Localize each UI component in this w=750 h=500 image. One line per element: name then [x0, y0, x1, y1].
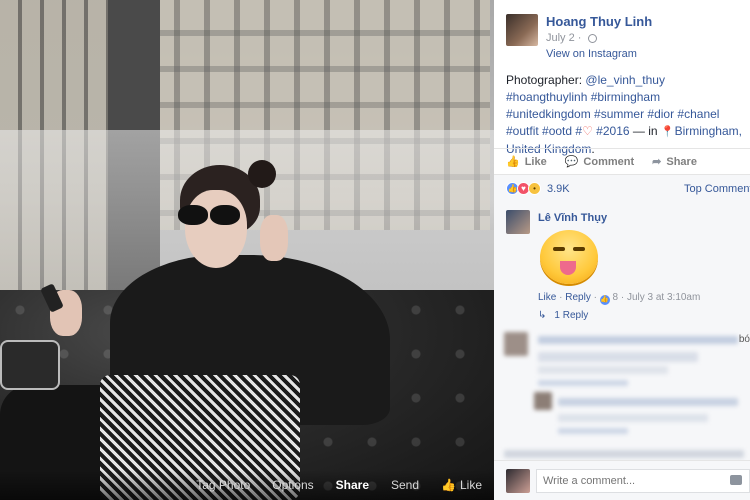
options-button[interactable]: Options — [272, 478, 313, 492]
author-avatar[interactable] — [506, 14, 538, 46]
tag-photo-button[interactable]: Tag Photo — [196, 478, 250, 492]
photo-toolbar: Tag Photo Options Share Send 👍 Like — [0, 470, 494, 500]
view-replies-link[interactable]: ↳ 1 Reply — [538, 310, 588, 321]
blurred-text — [538, 366, 668, 374]
author-name[interactable]: Hoang Thuy Linh — [546, 14, 652, 29]
face — [185, 190, 247, 268]
blurred-text — [538, 352, 698, 362]
comment-icon: 💬 — [564, 156, 579, 168]
like-button[interactable]: 👍 Like — [441, 478, 482, 492]
hand — [260, 215, 288, 261]
post-comment-button[interactable]: 💬 Comment — [564, 155, 635, 169]
share-button[interactable]: Share — [336, 478, 369, 492]
reaction-summary[interactable]: 👍 ♥ • 3.9K Top Comments — [494, 174, 750, 202]
blurred-avatar — [534, 392, 552, 410]
share-arrow-icon: ➦ — [652, 156, 662, 168]
post-header: Hoang Thuy Linh July 2 · View on Instagr… — [494, 0, 750, 64]
reply-arrow-icon: ↳ — [538, 310, 547, 321]
person — [0, 160, 390, 500]
thumbs-up-icon: 👍 — [506, 156, 520, 168]
thumbs-up-icon: 👍 — [441, 478, 456, 492]
blurred-text — [558, 398, 738, 406]
photographer-link[interactable]: @le_vinh_thuy — [585, 73, 665, 87]
post-caption: Photographer: @le_vinh_thuy #hoangthuyli… — [506, 72, 746, 158]
comment-like-count[interactable]: 8 — [613, 292, 619, 303]
caption-prefix: Photographer: — [506, 73, 586, 87]
sticker-eye — [573, 247, 585, 251]
comment-like-count-icon: 👍 — [599, 295, 610, 305]
photo-viewer: Tag Photo Options Share Send 👍 Like Hoang… — [0, 0, 750, 500]
comment-meta: Like · Reply · 👍 8 · July 3 at 3:10am — [538, 292, 701, 305]
comment-composer — [494, 460, 750, 500]
cut-off-text: bó — [738, 334, 750, 345]
blurred-text — [558, 414, 708, 422]
post-like-button[interactable]: 👍 Like — [506, 155, 547, 169]
share-label: Share — [335, 478, 369, 492]
commenter-name[interactable]: Lê Vĩnh Thụy — [538, 212, 607, 224]
location-pin-icon: 📍 — [660, 126, 675, 138]
comment-like-link[interactable]: Like — [538, 292, 556, 303]
hair-bun — [248, 160, 276, 188]
handbag — [0, 340, 60, 390]
post-date-text: July 2 · — [546, 32, 582, 44]
commenter-avatar[interactable] — [506, 210, 530, 234]
camera-icon[interactable] — [730, 475, 742, 485]
sticker-eye — [553, 247, 565, 251]
blurred-text — [504, 450, 744, 458]
post-actions: 👍 Like 💬 Comment ➦ Share — [494, 148, 750, 174]
tongue-out-sticker — [540, 230, 598, 284]
wow-reaction-icon: • — [528, 182, 541, 195]
blurred-text — [538, 380, 628, 386]
heart-emoji-icon: ♡ — [582, 124, 593, 138]
post-side-panel: Hoang Thuy Linh July 2 · View on Instagr… — [494, 0, 750, 500]
reaction-count[interactable]: 3.9K — [547, 183, 570, 195]
post-comment-label: Comment — [583, 155, 635, 168]
comment-timestamp[interactable]: July 3 at 3:10am — [627, 292, 700, 303]
post-date[interactable]: July 2 · — [546, 32, 597, 44]
post-share-label: Share — [666, 155, 697, 168]
post-share-button[interactable]: ➦ Share — [652, 155, 697, 169]
like-label: Like — [459, 478, 482, 492]
top-comments-dropdown[interactable]: Top Comments — [684, 183, 750, 195]
comment-input[interactable] — [536, 469, 750, 493]
comments-list: Lê Vĩnh Thụy Like · Reply · 👍 8 · July 3… — [494, 202, 750, 460]
caption-in-text: — in — [629, 124, 661, 138]
view-replies-label: 1 Reply — [554, 310, 589, 321]
blurred-text — [558, 428, 628, 434]
post-photo[interactable]: Tag Photo Options Share Send 👍 Like — [0, 0, 494, 500]
blurred-text — [538, 336, 738, 344]
post-like-label: Like — [524, 155, 547, 168]
hashtag-year[interactable]: #2016 — [596, 124, 629, 138]
comment-reply-link[interactable]: Reply — [565, 292, 591, 303]
sticker-tongue — [560, 261, 576, 275]
view-on-instagram-link[interactable]: View on Instagram — [546, 48, 637, 60]
sunglasses — [170, 205, 240, 227]
blurred-avatar — [504, 332, 528, 356]
send-button[interactable]: Send — [391, 478, 419, 492]
globe-icon — [587, 33, 597, 43]
viewer-avatar — [506, 469, 530, 493]
